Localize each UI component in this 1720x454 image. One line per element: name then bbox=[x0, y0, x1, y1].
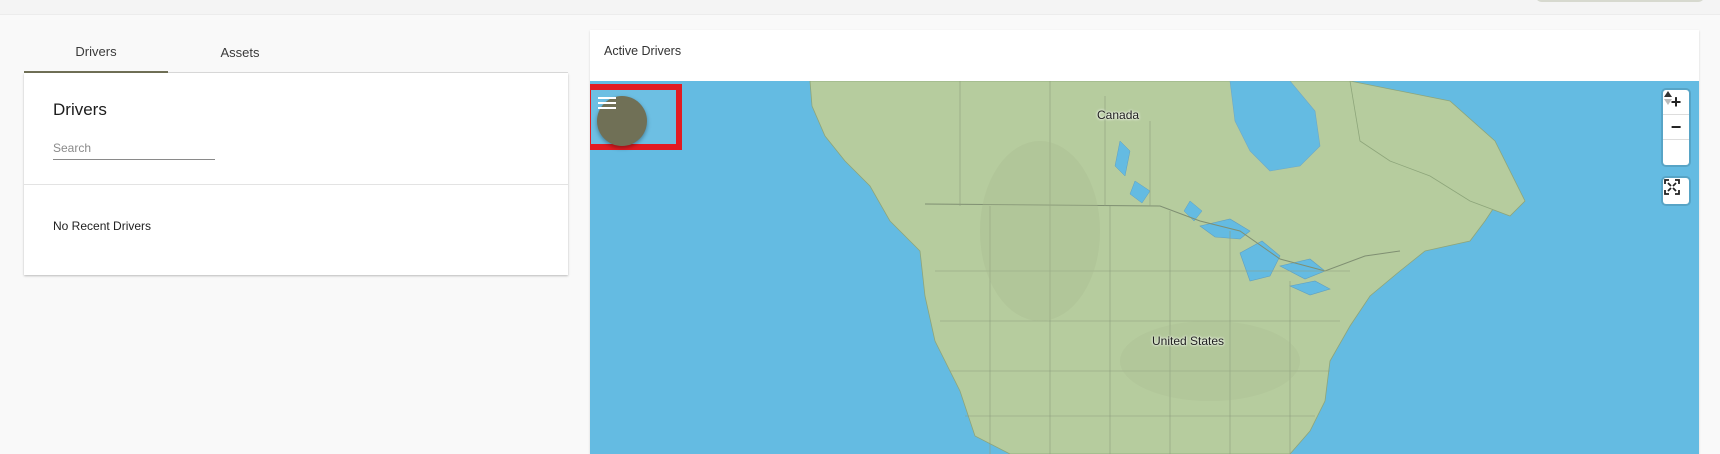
panel-tabs: Drivers Assets bbox=[24, 31, 568, 73]
top-bar bbox=[0, 0, 1720, 15]
map-title: Active Drivers bbox=[604, 44, 682, 58]
tab-assets[interactable]: Assets bbox=[168, 31, 312, 73]
menu-button[interactable] bbox=[597, 96, 647, 146]
drivers-card: Drivers No Recent Drivers bbox=[24, 73, 568, 275]
map-canvas[interactable]: Canada United States + − bbox=[590, 81, 1699, 454]
compass-icon[interactable] bbox=[1663, 91, 1689, 165]
search-field bbox=[53, 137, 215, 160]
north-america-map bbox=[809, 81, 1526, 454]
map-label-canada: Canada bbox=[1097, 108, 1140, 122]
search-input[interactable] bbox=[53, 137, 215, 159]
zoom-out-button[interactable]: − bbox=[1663, 115, 1689, 140]
drivers-panel: Drivers Assets Drivers No Recent Drivers bbox=[24, 31, 568, 275]
map-label-united-states: United States bbox=[1152, 334, 1225, 348]
divider bbox=[24, 184, 568, 185]
zoom-controls: + − bbox=[1663, 90, 1689, 165]
top-bar-button[interactable] bbox=[1535, 0, 1705, 2]
tab-drivers[interactable]: Drivers bbox=[24, 31, 168, 73]
empty-drivers-message: No Recent Drivers bbox=[53, 219, 152, 233]
map-panel: Active Drivers Canada United States + − bbox=[590, 30, 1699, 454]
fullscreen-icon[interactable] bbox=[1663, 178, 1689, 204]
drivers-card-title: Drivers bbox=[53, 100, 107, 119]
map-header: Active Drivers bbox=[590, 30, 1699, 81]
